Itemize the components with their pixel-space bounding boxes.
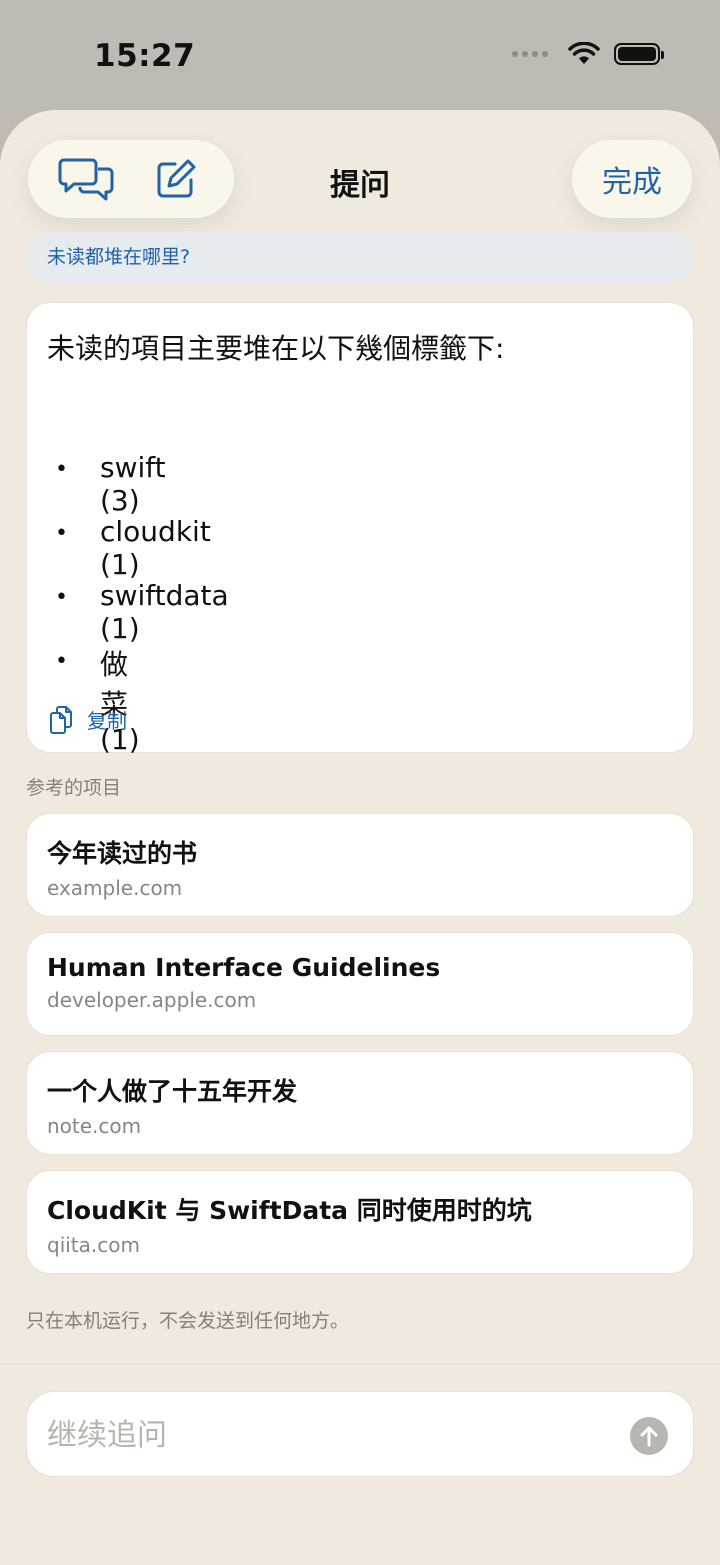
list-item-text: swift (3) xyxy=(100,451,166,517)
list-item-text: cloudkit (1) xyxy=(100,515,211,581)
answer-intro: 未读的項目主要堆在以下幾個標籤下: xyxy=(47,332,505,365)
reference-item[interactable]: CloudKit 与 SwiftData 同时使用时的坑 qiita.com xyxy=(26,1170,694,1274)
cellular-dots-icon xyxy=(512,51,548,57)
reference-domain: example.com xyxy=(47,876,183,900)
done-button[interactable]: 完成 xyxy=(572,140,692,218)
reference-item[interactable]: Human Interface Guidelines developer.app… xyxy=(26,932,694,1036)
battery-icon xyxy=(614,43,664,65)
arrow-up-icon xyxy=(640,1426,658,1447)
copy-label: 复制 xyxy=(87,709,127,733)
references-label: 参考的项目 xyxy=(26,777,122,799)
follow-up-input[interactable] xyxy=(47,1410,607,1460)
copy-button[interactable]: 复制 xyxy=(49,705,127,734)
question-bubble: 未读都堆在哪里? xyxy=(26,231,694,283)
reference-item[interactable]: 一个人做了十五年开发 note.com xyxy=(26,1051,694,1155)
reference-title: Human Interface Guidelines xyxy=(47,953,441,982)
reference-domain: developer.apple.com xyxy=(47,988,257,1012)
status-icons xyxy=(512,42,664,66)
reference-domain: note.com xyxy=(47,1114,142,1138)
list-item-text: 做菜 (1) xyxy=(100,648,140,756)
copy-icon xyxy=(50,705,72,734)
reference-title: CloudKit 与 SwiftData 同时使用时的坑 xyxy=(47,1196,532,1225)
list-item-text: swiftdata (1) xyxy=(100,579,229,645)
send-button[interactable] xyxy=(630,1417,668,1455)
bullet: • xyxy=(55,457,68,482)
bullet: • xyxy=(55,521,68,546)
follow-up-bar xyxy=(26,1391,694,1477)
bullet: • xyxy=(55,649,68,674)
wifi-icon xyxy=(568,42,600,64)
status-time: 15:27 xyxy=(94,38,196,74)
reference-domain: qiita.com xyxy=(47,1233,140,1257)
privacy-note: 只在本机运行，不会发送到任何地方。 xyxy=(26,1310,350,1332)
reference-item[interactable]: 今年读过的书 example.com xyxy=(26,813,694,917)
bullet: • xyxy=(55,585,68,610)
ask-sheet: 提问 完成 未读都堆在哪里? 未读的項目主要堆在以下幾個標籤下: • swift… xyxy=(0,110,720,1565)
answer-card: 未读的項目主要堆在以下幾個標籤下: • swift (3) • cloudkit… xyxy=(26,302,694,756)
status-bar: 15:27 xyxy=(0,0,720,112)
reference-title: 一个人做了十五年开发 xyxy=(47,1077,298,1106)
divider xyxy=(0,1364,720,1365)
reference-title: 今年读过的书 xyxy=(47,839,198,868)
